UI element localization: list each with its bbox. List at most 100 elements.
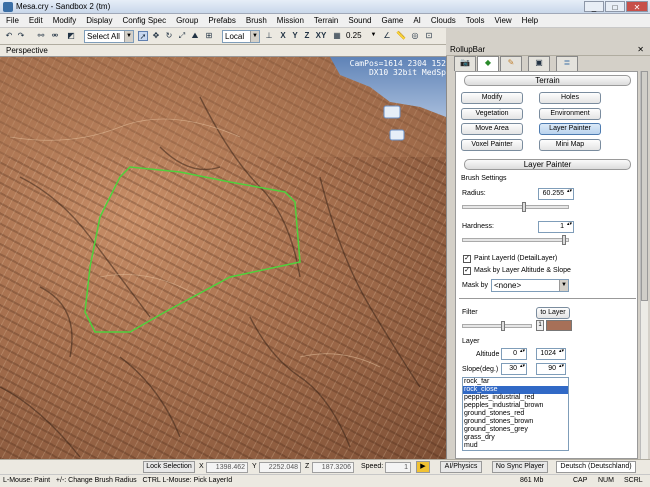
tab-modify[interactable]: ✎ [500,56,522,71]
tab-objects[interactable]: 📷 [454,56,476,71]
camera-speed-icon[interactable]: ◎ [410,31,420,41]
list-item[interactable]: ground_stones_red [463,410,568,418]
axis-x-button[interactable]: X [278,31,288,41]
perspective-viewport[interactable] [0,57,446,459]
menu-terrain[interactable]: Terrain [308,14,342,25]
coord-system-select[interactable]: Local ▼ [222,30,260,43]
altitude-max-input[interactable]: 1024 [536,348,566,360]
no-sync-player-button[interactable]: No Sync Player [492,461,548,473]
menu-game[interactable]: Game [376,14,408,25]
radius-slider-thumb[interactable] [522,202,526,212]
menu-modify[interactable]: Modify [47,14,81,25]
layer-painter-section-header[interactable]: Layer Painter [464,159,631,170]
filter-value[interactable]: 1 [536,320,544,331]
menu-file[interactable]: File [0,14,23,25]
list-item[interactable]: mud [463,442,568,450]
tab-layers[interactable]: ≣ [556,56,578,71]
lock-selection-button[interactable]: Lock Selection [143,461,195,473]
list-item[interactable]: ground_stones_grey [463,426,568,434]
slope-max-input[interactable]: 90 [536,363,566,375]
tab-display[interactable]: ▣ [528,56,550,71]
list-item[interactable]: ground_stones_brown [463,418,568,426]
z-coord-field[interactable]: 187.3206 [312,462,354,473]
rollup-scrollbar[interactable] [640,71,648,459]
select-filter-icon[interactable]: ◩ [66,31,76,41]
list-item[interactable]: rock_far [463,378,568,386]
language-indicator[interactable]: Deutsch (Deutschland) [556,461,636,473]
maximize-button[interactable]: □ [605,1,625,12]
unlink-icon[interactable]: ⚮ [50,31,60,41]
ai-physics-button[interactable]: AI/Physics [440,461,482,473]
axis-lock-icon[interactable]: ⊥ [264,31,274,41]
list-item[interactable]: grass_dry [463,434,568,442]
y-coord-field[interactable]: 2252.048 [259,462,301,473]
redo-icon[interactable]: ↷ [16,31,26,41]
undo-icon[interactable]: ↶ [4,31,14,41]
mini-map-button[interactable]: Mini Map [539,139,601,151]
mask-by-select[interactable]: <none> ▼ [491,279,569,292]
environment-button[interactable]: Environment [539,108,601,120]
scrollbar-thumb[interactable] [641,71,648,301]
move-area-button[interactable]: Move Area [461,123,523,135]
layer-list[interactable]: rock_far rock_close pepples_industrial_r… [462,377,569,451]
tab-terrain[interactable]: ◆ [477,56,499,71]
game-mode-icon[interactable]: ▶ [416,461,430,473]
menu-config-spec[interactable]: Config Spec [116,14,170,25]
slope-min-input[interactable]: 30 [501,363,527,375]
holes-button[interactable]: Holes [539,92,601,104]
menu-display[interactable]: Display [80,14,116,25]
axis-xy-button[interactable]: XY [314,31,328,41]
move-icon[interactable]: ✥ [151,31,161,41]
paint-layerid-checkbox[interactable]: ✓ [463,255,471,263]
close-icon[interactable]: ✕ [637,45,644,54]
menu-mission[interactable]: Mission [271,14,308,25]
menu-tools[interactable]: Tools [460,14,489,25]
voxel-painter-button[interactable]: Voxel Painter [461,139,523,151]
terrain-snap-icon[interactable]: ⛰ [190,31,200,41]
select-arrow-icon[interactable]: ➚ [138,31,148,41]
filter-color-swatch[interactable] [546,320,572,331]
minimize-button[interactable]: _ [584,1,604,12]
radius-slider[interactable] [462,202,569,212]
list-item[interactable]: pepples_industrial_brown [463,402,568,410]
hardness-slider-thumb[interactable] [562,235,566,245]
list-item[interactable]: pepples_industrial_red [463,394,568,402]
menu-brush[interactable]: Brush [240,14,271,25]
menu-prefabs[interactable]: Prefabs [202,14,240,25]
menu-clouds[interactable]: Clouds [425,14,460,25]
snap-angle-icon[interactable]: ∠ [382,31,392,41]
vegetation-button[interactable]: Vegetation [461,108,523,120]
x-coord-field[interactable]: 1398.462 [206,462,248,473]
snap-grid-icon[interactable]: ▦ [332,31,342,41]
axis-z-button[interactable]: Z [302,31,312,41]
to-layer-button[interactable]: to Layer [536,307,570,319]
menu-edit[interactable]: Edit [23,14,47,25]
snap-value-select[interactable]: 0.25 ▼ [344,30,378,43]
radius-input[interactable]: 60.255 [538,188,574,200]
filter-slider-thumb[interactable] [501,321,505,331]
axis-y-button[interactable]: Y [290,31,300,41]
selection-filter-select[interactable]: Select All ▼ [84,30,134,43]
link-icon[interactable]: ⚯ [36,31,46,41]
menu-help[interactable]: Help [516,14,542,25]
scale-icon[interactable]: ⤢ [177,31,187,41]
menu-view[interactable]: View [488,14,515,25]
close-button[interactable]: ✕ [626,1,648,12]
terrain-section-header[interactable]: Terrain [464,75,631,86]
list-item[interactable]: rock_close [463,386,568,394]
terrain-collision-icon[interactable]: ⊡ [424,31,434,41]
align-icon[interactable]: ⊞ [204,31,214,41]
menu-group[interactable]: Group [170,14,202,25]
hardness-input[interactable]: 1 [538,221,574,233]
mask-altitude-checkbox[interactable]: ✓ [463,267,471,275]
filter-slider[interactable] [462,321,532,331]
menu-ai[interactable]: AI [407,14,425,25]
menu-sound[interactable]: Sound [342,14,375,25]
hardness-slider[interactable] [462,235,569,245]
ruler-icon[interactable]: 📏 [396,31,406,41]
modify-button[interactable]: Modify [461,92,523,104]
altitude-min-input[interactable]: 0 [501,348,527,360]
layer-painter-button[interactable]: Layer Painter [539,123,601,135]
rotate-icon[interactable]: ↻ [164,31,174,41]
speed-input[interactable]: 1 [385,462,411,473]
